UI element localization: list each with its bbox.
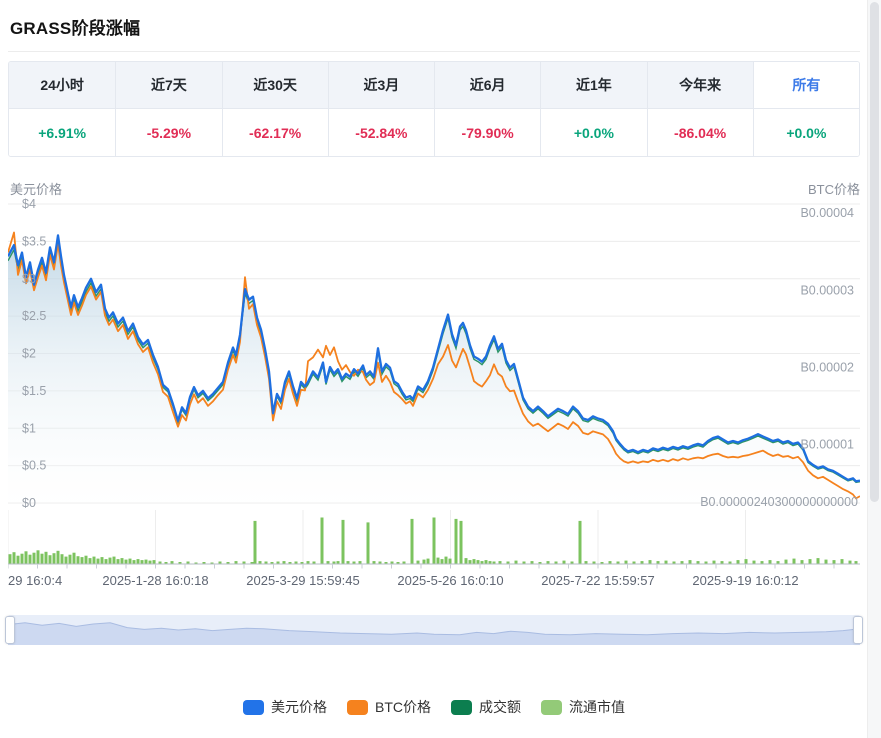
range-navigator[interactable] xyxy=(8,615,860,645)
legend-label: 成交额 xyxy=(479,697,521,717)
svg-text:$1: $1 xyxy=(22,421,36,435)
svg-text:$0: $0 xyxy=(22,496,36,510)
scrollbar-thumb[interactable] xyxy=(870,2,879,502)
svg-text:$2.5: $2.5 xyxy=(22,309,46,323)
period-value-6: -86.04% xyxy=(647,109,753,156)
period-value-5: +0.0% xyxy=(540,109,646,156)
period-tab-2[interactable]: 近30天 xyxy=(222,62,328,109)
legend-label: 流通市值 xyxy=(569,697,625,717)
x-grid-lines xyxy=(8,510,746,564)
period-tab-6[interactable]: 今年来 xyxy=(647,62,753,109)
x-tick-label-1: 2025-1-28 16:0:18 xyxy=(102,573,208,588)
svg-text:$3: $3 xyxy=(22,272,36,286)
svg-text:B0.00003: B0.00003 xyxy=(800,283,854,297)
x-axis-minor-ticks xyxy=(8,564,834,569)
navigator-right-handle[interactable] xyxy=(853,616,863,644)
period-tab-0[interactable]: 24小时 xyxy=(9,62,115,109)
x-tick-label-5: 2025-9-19 16:0:12 xyxy=(692,573,798,588)
volume-bars xyxy=(9,518,858,565)
period-tab-7[interactable]: 所有 xyxy=(753,62,859,109)
svg-text:B0.00002: B0.00002 xyxy=(800,360,854,374)
left-axis-title: 美元价格 xyxy=(8,179,62,196)
x-tick-label-3: 2025-5-26 16:0:10 xyxy=(397,573,503,588)
price-chart-plot[interactable]: $4 $3.5 $3 $2.5 $2 $1.5 $1 $0.5 $0 B0.00004 B0.000… xyxy=(8,196,860,510)
navigator-area[interactable] xyxy=(8,615,860,645)
period-value-0: +6.91% xyxy=(9,109,115,156)
axis-titles-row: 美元价格 BTC价格 xyxy=(8,179,860,196)
right-axis-title: BTC价格 xyxy=(808,179,860,196)
legend-item-2[interactable]: 成交额 xyxy=(451,697,521,717)
page-header: GRASS阶段涨幅 xyxy=(8,0,860,52)
svg-text:$2: $2 xyxy=(22,347,36,361)
period-value-3: -52.84% xyxy=(328,109,434,156)
navigator-left-handle[interactable] xyxy=(5,616,15,644)
legend-swatch-icon xyxy=(243,700,264,715)
period-value-2: -62.17% xyxy=(222,109,328,156)
period-tab-5[interactable]: 近1年 xyxy=(540,62,646,109)
period-value-7: +0.0% xyxy=(753,109,859,156)
x-axis-labels: 29 16:0:4 2025-1-28 16:0:18 2025-3-29 15:5… xyxy=(8,573,860,589)
x-tick-label-0: 29 16:0:4 xyxy=(8,573,62,588)
legend-swatch-icon xyxy=(451,700,472,715)
svg-text:B0.00004: B0.00004 xyxy=(800,206,854,220)
svg-text:$4: $4 xyxy=(22,197,36,211)
period-change-table: 24小时近7天近30天近3月近6月近1年今年来所有 +6.91%-5.29%-62… xyxy=(8,61,860,157)
period-tab-4[interactable]: 近6月 xyxy=(434,62,540,109)
svg-text:B0.00000240300000000000: B0.00000240300000000000 xyxy=(700,495,858,509)
svg-text:B0.00001: B0.00001 xyxy=(800,437,854,451)
legend-label: BTC价格 xyxy=(375,697,431,717)
legend-label: 美元价格 xyxy=(271,697,327,717)
legend-item-0[interactable]: 美元价格 xyxy=(243,697,327,717)
legend-swatch-icon xyxy=(541,700,562,715)
period-value-4: -79.90% xyxy=(434,109,540,156)
period-value-1: -5.29% xyxy=(115,109,221,156)
page-content: GRASS阶段涨幅 24小时近7天近30天近3月近6月近1年今年来所有 +6.91… xyxy=(8,0,860,717)
x-tick-label-4: 2025-7-22 15:59:57 xyxy=(541,573,654,588)
chart-legend: 美元价格 BTC价格 成交额 流通市值 xyxy=(8,697,860,717)
period-tab-1[interactable]: 近7天 xyxy=(115,62,221,109)
legend-swatch-icon xyxy=(347,700,368,715)
period-tab-3[interactable]: 近3月 xyxy=(328,62,434,109)
svg-text:$3.5: $3.5 xyxy=(22,234,46,248)
volume-plot[interactable] xyxy=(8,510,860,572)
svg-text:$0.5: $0.5 xyxy=(22,459,46,473)
x-tick-label-2: 2025-3-29 15:59:45 xyxy=(246,573,359,588)
page-title: GRASS阶段涨幅 xyxy=(10,14,860,39)
svg-text:$1.5: $1.5 xyxy=(22,384,46,398)
legend-item-3[interactable]: 流通市值 xyxy=(541,697,625,717)
legend-item-1[interactable]: BTC价格 xyxy=(347,697,431,717)
vertical-scrollbar[interactable] xyxy=(867,0,881,738)
